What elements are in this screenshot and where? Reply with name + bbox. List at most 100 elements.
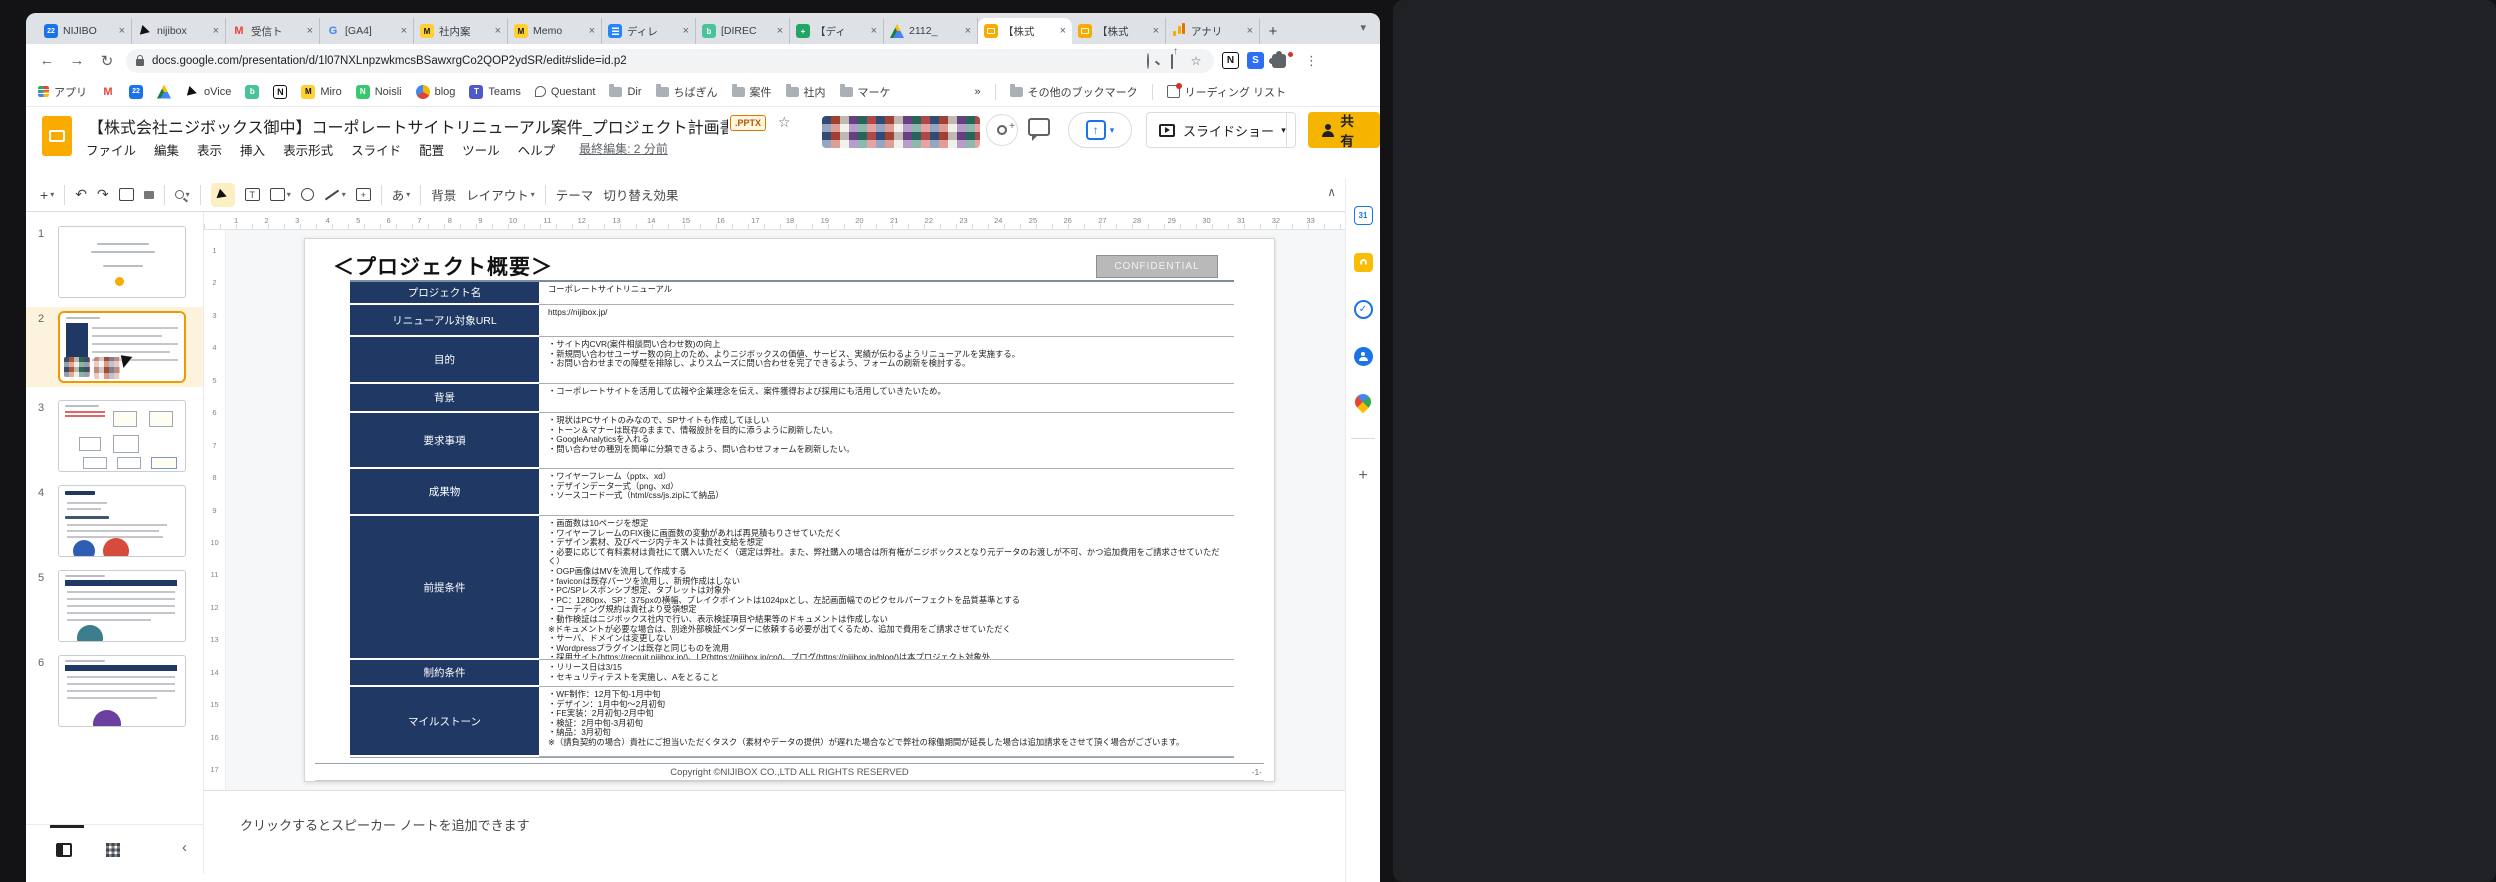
zoom-button[interactable]: ▾	[174, 190, 190, 199]
forward-icon[interactable]: →	[66, 52, 88, 69]
menu-format[interactable]: 表示形式	[283, 140, 333, 159]
bookmark-calendar[interactable]: 22	[129, 84, 143, 99]
paint-format-button[interactable]	[143, 190, 154, 199]
slide-thumbnail-2-selected[interactable]: 2	[26, 307, 203, 387]
reading-list[interactable]: リーディング リスト	[1166, 83, 1286, 100]
tab-close-icon[interactable]: ×	[871, 25, 877, 37]
tab-close-icon[interactable]: ×	[1060, 25, 1066, 37]
tab-close-icon[interactable]: ×	[1153, 25, 1159, 37]
select-tool-button[interactable]	[210, 182, 235, 207]
bookmark-gmail[interactable]: M	[101, 85, 115, 99]
toolbar-collapse-icon[interactable]: ∧	[1327, 185, 1336, 199]
bookmark-apps[interactable]: アプリ	[38, 84, 87, 100]
maps-panel-icon[interactable]	[1351, 390, 1375, 414]
tab-close-icon[interactable]: ×	[1247, 25, 1253, 37]
image-tool-button[interactable]: ▾	[269, 188, 291, 201]
menu-edit[interactable]: 編集	[154, 140, 179, 159]
document-title[interactable]: 【株式会社ニジボックス御中】コーポレートサイトリニューアル案件_プロジェクト計画…	[88, 114, 728, 138]
bookmark-folder-anken[interactable]: 案件	[731, 84, 772, 100]
tab-slides-active[interactable]: 【株式 ×	[978, 18, 1072, 44]
bookmark-folder-dir[interactable]: Dir	[609, 84, 642, 98]
tab-slides-2[interactable]: 【株式 ×	[1072, 18, 1166, 44]
tasks-panel-icon[interactable]: ✓	[1353, 300, 1373, 319]
undo-button[interactable]: ↶	[75, 186, 87, 203]
menu-tools[interactable]: ツール	[462, 140, 500, 159]
slide-thumbnail-4[interactable]: 4	[26, 485, 203, 557]
tab-nijibox[interactable]: nijibox ×	[132, 18, 226, 44]
bookmark-folder-chibagin[interactable]: ちばぎん	[655, 84, 718, 100]
bookmark-ovice[interactable]: oVice	[185, 85, 231, 99]
shape-tool-button[interactable]	[300, 188, 314, 201]
bookmark-notion[interactable]: N	[273, 84, 288, 99]
tab-close-icon[interactable]: ×	[307, 25, 313, 37]
new-tab-button[interactable]: +	[1260, 18, 1286, 44]
menu-slide[interactable]: スライド	[351, 140, 401, 159]
tab-close-icon[interactable]: ×	[401, 25, 407, 37]
menu-help[interactable]: ヘルプ	[518, 140, 556, 159]
bookmark-folder-shanai[interactable]: 社内	[785, 84, 826, 100]
textbox-tool-button[interactable]: T	[244, 188, 260, 201]
menu-arrange[interactable]: 配置	[419, 140, 444, 159]
tab-close-icon[interactable]: ×	[495, 25, 501, 37]
bookmark-teams[interactable]: T Teams	[469, 84, 521, 99]
other-bookmarks[interactable]: その他のブックマーク	[1009, 84, 1138, 100]
grid-view-icon[interactable]	[106, 842, 120, 857]
tab-drive[interactable]: 2112_ ×	[884, 18, 978, 44]
filmstrip-view-icon[interactable]	[56, 842, 72, 857]
comments-icon[interactable]	[1028, 118, 1050, 141]
line-tool-button[interactable]: ▾	[324, 189, 346, 200]
bookmark-noisli[interactable]: N Noisli	[355, 84, 402, 99]
tab-miro-2[interactable]: M Memo ×	[508, 18, 602, 44]
slideshow-dropdown[interactable]: ▾	[1272, 112, 1296, 148]
tab-analytics[interactable]: アナリ ×	[1166, 18, 1260, 44]
new-slide-button[interactable]: + ▾	[40, 187, 54, 203]
menu-file[interactable]: ファイル	[86, 140, 136, 159]
redo-button[interactable]: ↷	[97, 186, 109, 203]
tab-close-icon[interactable]: ×	[683, 25, 689, 37]
slide-thumbnail-1[interactable]: 1	[26, 226, 203, 298]
share-button[interactable]: 共有	[1308, 112, 1380, 149]
speaker-notes-area[interactable]: クリックするとスピーカー ノートを追加できます	[204, 790, 1345, 882]
present-to-meet-button[interactable]: ↑ ▾	[1068, 112, 1132, 148]
insert-comment-button[interactable]: +	[355, 188, 371, 201]
extensions-puzzle-icon[interactable]	[1269, 50, 1286, 68]
search-icon[interactable]	[1140, 52, 1156, 69]
tab-nijibo[interactable]: 22 NIJIBO ×	[38, 18, 132, 44]
bookmark-drive[interactable]	[157, 84, 171, 99]
tab-close-icon[interactable]: ×	[965, 25, 971, 37]
bookmark-questant[interactable]: Questant	[534, 86, 595, 98]
layout-button[interactable]: レイアウト ▾	[466, 185, 535, 204]
url-field[interactable]: docs.google.com/presentation/d/1l07NXLnp…	[126, 48, 1214, 73]
bookmark-star-icon[interactable]: ☆	[1188, 54, 1204, 68]
tab-ga4[interactable]: G [GA4] ×	[320, 18, 414, 44]
notion-extension-icon[interactable]: N	[1222, 52, 1239, 69]
tab-sheets[interactable]: + 【ディ ×	[790, 18, 884, 44]
bookmark-backlog[interactable]: b	[245, 84, 260, 99]
tab-close-icon[interactable]: ×	[119, 25, 125, 37]
bookmarks-overflow[interactable]: »	[975, 86, 981, 98]
add-panel-app-icon[interactable]: +	[1358, 467, 1367, 485]
print-button[interactable]	[118, 188, 134, 201]
slides-logo-icon[interactable]	[42, 116, 72, 156]
last-edit-link[interactable]: 最終編集: 2 分前	[579, 140, 668, 159]
text-style-button[interactable]: あ ▾	[392, 185, 411, 204]
slide-canvas[interactable]: ＜プロジェクト概要＞ CONFIDENTIAL プロジェクト名 コーポレートサイト…	[226, 230, 1345, 790]
tab-gmail[interactable]: M 受信ト ×	[226, 18, 320, 44]
tab-list-chevron-icon[interactable]: ▾	[1360, 21, 1366, 34]
slide-thumbnail-3[interactable]: 3	[26, 400, 203, 472]
theme-button[interactable]: テーマ	[556, 185, 594, 204]
star-document-icon[interactable]: ☆	[778, 114, 791, 131]
slide-page[interactable]: ＜プロジェクト概要＞ CONFIDENTIAL プロジェクト名 コーポレートサイト…	[304, 238, 1275, 782]
keep-panel-icon[interactable]	[1353, 253, 1373, 272]
tab-backlog[interactable]: b [DIREC ×	[696, 18, 790, 44]
tab-close-icon[interactable]: ×	[777, 25, 783, 37]
add-people-icon[interactable]	[986, 114, 1018, 146]
back-icon[interactable]: ←	[36, 52, 58, 69]
transition-button[interactable]: 切り替え効果	[603, 185, 678, 204]
menu-insert[interactable]: 挿入	[240, 140, 265, 159]
share-icon[interactable]	[1164, 53, 1180, 69]
calendar-panel-icon[interactable]: 31	[1353, 206, 1373, 225]
contacts-panel-icon[interactable]	[1353, 347, 1373, 366]
menu-view[interactable]: 表示	[197, 140, 222, 159]
slide-thumbnail-5[interactable]: 5	[26, 570, 203, 642]
